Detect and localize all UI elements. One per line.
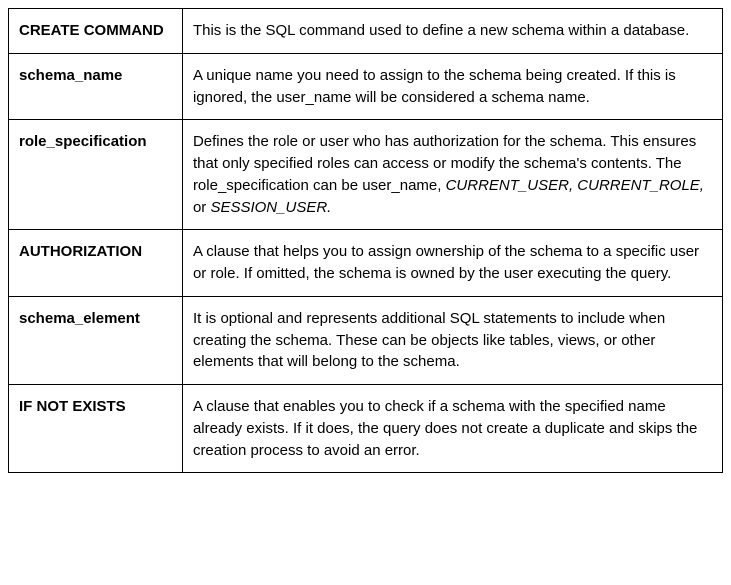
term-cell: role_specification: [9, 120, 183, 230]
desc-text-italic: CURRENT_USER, CURRENT_ROLE,: [446, 177, 704, 194]
desc-cell: A unique name you need to assign to the …: [182, 53, 722, 120]
desc-cell: It is optional and represents additional…: [182, 296, 722, 384]
desc-cell: A clause that helps you to assign owners…: [182, 230, 722, 297]
table-row: CREATE COMMAND This is the SQL command u…: [9, 9, 723, 54]
table-row: IF NOT EXISTS A clause that enables you …: [9, 385, 723, 473]
desc-cell: This is the SQL command used to define a…: [182, 9, 722, 54]
desc-cell: Defines the role or user who has authori…: [182, 120, 722, 230]
table-row: schema_name A unique name you need to as…: [9, 53, 723, 120]
term-cell: schema_name: [9, 53, 183, 120]
table-row: schema_element It is optional and repres…: [9, 296, 723, 384]
table-row: AUTHORIZATION A clause that helps you to…: [9, 230, 723, 297]
desc-text-italic2: SESSION_USER.: [210, 199, 331, 216]
term-cell: AUTHORIZATION: [9, 230, 183, 297]
term-cell: CREATE COMMAND: [9, 9, 183, 54]
term-cell: schema_element: [9, 296, 183, 384]
term-cell: IF NOT EXISTS: [9, 385, 183, 473]
desc-cell: A clause that enables you to check if a …: [182, 385, 722, 473]
table-row: role_specification Defines the role or u…: [9, 120, 723, 230]
desc-text-mid: or: [193, 199, 211, 216]
schema-definition-table: CREATE COMMAND This is the SQL command u…: [8, 8, 723, 473]
